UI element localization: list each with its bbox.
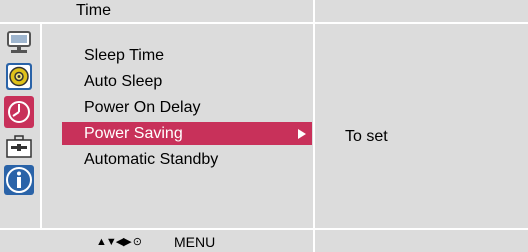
osd-menu: Time Sleep Time Auto Sleep Power On Dela… [0, 0, 528, 252]
info-value: To set [345, 128, 388, 145]
menu-key-label: MENU [174, 234, 216, 250]
menu-title: Time [76, 2, 111, 19]
navigation-arrows-icon: ▲▼◀▶ ⊙ [96, 236, 142, 248]
information-icon[interactable] [3, 164, 35, 195]
sound-icon[interactable] [3, 62, 35, 92]
menu-item-label: Power On Delay [84, 99, 201, 116]
menu-item-label: Automatic Standby [84, 151, 219, 168]
menu-item-power-on-delay[interactable]: Power On Delay [62, 96, 312, 119]
menu-item-sleep-time[interactable]: Sleep Time [62, 44, 312, 67]
header-bar: Time [0, 0, 528, 22]
info-panel: To set [315, 24, 528, 228]
menu-item-label: Auto Sleep [84, 73, 163, 90]
menu-item-auto-sleep[interactable]: Auto Sleep [62, 70, 312, 93]
footer-bar [0, 230, 528, 252]
menu-list-panel: Sleep Time Auto Sleep Power On Delay Pow… [42, 24, 313, 228]
submenu-arrow-icon [298, 129, 306, 139]
menu-item-label: Sleep Time [84, 47, 165, 64]
menu-item-automatic-standby[interactable]: Automatic Standby [62, 148, 312, 171]
category-icon-column [0, 24, 40, 228]
time-icon[interactable] [3, 96, 35, 128]
menu-item-power-saving[interactable]: Power Saving [62, 122, 312, 145]
option-icon[interactable] [3, 132, 35, 162]
menu-item-label: Power Saving [84, 125, 183, 142]
picture-icon[interactable] [3, 28, 35, 58]
header-divider [313, 0, 315, 22]
footer-divider [313, 230, 315, 252]
